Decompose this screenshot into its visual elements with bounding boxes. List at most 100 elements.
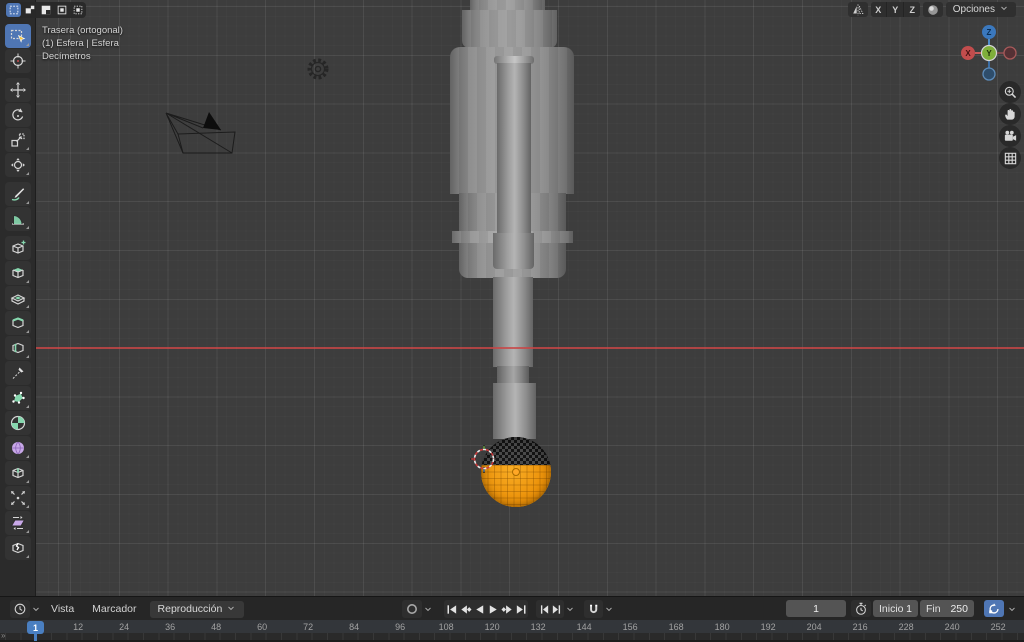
header-right-controls: XYZ Opciones (847, 2, 1016, 17)
tool-shrink-fatten[interactable] (4, 486, 31, 510)
mirror-icon[interactable] (847, 2, 868, 17)
tool-bevel[interactable] (4, 311, 31, 335)
selection-mode-invert[interactable] (54, 3, 69, 17)
tool-rotate[interactable] (4, 103, 31, 127)
step-forward-button[interactable] (550, 600, 564, 618)
chevron-down-icon[interactable] (1006, 600, 1018, 618)
tool-annotate[interactable] (4, 182, 31, 206)
gizmo-x-label: X (965, 49, 971, 58)
view-name-label: Trasera (ortogonal) (42, 25, 123, 36)
chevron-down-icon[interactable] (30, 600, 42, 618)
tool-transform[interactable] (4, 153, 31, 177)
next-keyframe-button[interactable] (500, 600, 514, 618)
frame-tick: 12 (73, 622, 84, 632)
tool-extrude-region[interactable] (4, 261, 31, 285)
toolbar (0, 0, 36, 596)
gizmo-y-label: Y (986, 49, 992, 58)
frame-tick: 72 (303, 622, 314, 632)
model-neck (462, 10, 557, 49)
gizmo-z-label: Z (987, 28, 992, 37)
grid-button[interactable] (999, 147, 1021, 169)
object-origin-dot (512, 468, 520, 476)
model-shaft-lower (493, 383, 536, 439)
camera-button[interactable] (999, 125, 1021, 147)
navigation-gizmo[interactable]: Z X Y (958, 22, 1020, 84)
jump-start-button[interactable] (444, 600, 458, 618)
tool-inset-faces[interactable] (4, 286, 31, 310)
frame-tick: 84 (349, 622, 360, 632)
selection-mode-set[interactable] (6, 3, 21, 17)
prev-keyframe-button[interactable] (458, 600, 472, 618)
selection-mode-intersect[interactable] (70, 3, 85, 17)
current-frame-value: 1 (813, 602, 819, 615)
current-frame-field[interactable]: 1 (786, 600, 846, 617)
jump-end-button[interactable] (514, 600, 528, 618)
tool-rip-region[interactable] (4, 536, 31, 560)
editor-type-button[interactable] (10, 600, 30, 618)
falloff-icon[interactable] (922, 2, 943, 17)
tool-edge-slide[interactable] (4, 461, 31, 485)
menu-marcador[interactable]: Marcador (83, 603, 145, 615)
tool-group-corner (25, 405, 29, 408)
tool-cursor[interactable] (4, 49, 31, 73)
timeline-track[interactable] (0, 633, 1024, 640)
frame-tick: 156 (622, 622, 638, 632)
sync-button[interactable] (984, 600, 1004, 617)
tool-group-corner (25, 355, 29, 358)
menu-vista[interactable]: Vista (42, 603, 83, 615)
tool-knife[interactable] (4, 361, 31, 385)
mirror-axis-toggles: XYZ (870, 2, 920, 17)
frame-start-field[interactable]: Inicio 1 (873, 600, 918, 617)
play-reverse-button[interactable] (472, 600, 486, 618)
frame-tick: 180 (714, 622, 730, 632)
chevron-down-icon[interactable] (422, 600, 434, 618)
tool-select-box[interactable] (4, 24, 31, 48)
selection-mode-subtract[interactable] (38, 3, 53, 17)
timeline-header: Vista Marcador Reproducción 1 Inicio 1 F… (0, 596, 1024, 621)
model-inner-tube (497, 63, 531, 235)
frame-tick: 48 (211, 622, 222, 632)
chevron-down-icon (999, 3, 1009, 16)
mirror-x-toggle[interactable]: X (870, 2, 887, 17)
mirror-z-toggle[interactable]: Z (904, 2, 920, 17)
gizmo-z-neg-ball[interactable] (982, 67, 996, 81)
auto-keying-button[interactable] (402, 600, 422, 618)
snap-magnet-button[interactable] (584, 600, 603, 618)
playback-menu-button[interactable]: Reproducción (149, 600, 245, 618)
region-expand-icon[interactable]: » (1, 631, 6, 640)
tool-group-corner (25, 530, 29, 533)
tool-move[interactable] (4, 78, 31, 102)
wireframe-object[interactable] (158, 103, 242, 159)
tool-shear[interactable] (4, 511, 31, 535)
tool-group-corner (25, 305, 29, 308)
tool-smooth[interactable] (4, 436, 31, 460)
playhead-stem (34, 634, 37, 641)
zoom-button[interactable] (999, 81, 1021, 103)
timeline-ruler[interactable]: 12 24 36 48 60 72 84 96 108 120 132 144 156 168 180 192… (0, 620, 1024, 642)
step-back-button[interactable] (536, 600, 550, 618)
tool-add-cube[interactable] (4, 236, 31, 260)
options-button[interactable]: Opciones (945, 2, 1016, 17)
tool-group-corner (25, 43, 29, 46)
tool-group-corner (25, 555, 29, 558)
chevron-down-icon[interactable] (564, 600, 576, 618)
tool-poly-build[interactable] (4, 386, 31, 410)
tool-loop-cut[interactable] (4, 336, 31, 360)
tool-measure[interactable] (4, 207, 31, 231)
selection-mode-extend[interactable] (22, 3, 37, 17)
gizmo-x-neg-ball[interactable] (1003, 46, 1017, 60)
frame-tick: 252 (990, 622, 1006, 632)
frame-tick: 36 (165, 622, 176, 632)
gear-object[interactable] (305, 56, 331, 82)
mirror-y-toggle[interactable]: Y (887, 2, 904, 17)
pan-button[interactable] (999, 103, 1021, 125)
frame-end-field[interactable]: Fin 250 (920, 600, 974, 617)
playhead[interactable]: 1 (27, 621, 44, 634)
chevron-down-icon[interactable] (603, 600, 615, 618)
use-preview-range-button[interactable] (851, 600, 871, 617)
frame-end-label: Fin (926, 602, 941, 615)
tool-spin[interactable] (4, 411, 31, 435)
active-object-label: (1) Esfera | Esfera (42, 38, 119, 49)
tool-scale[interactable] (4, 128, 31, 152)
play-button[interactable] (486, 600, 500, 618)
